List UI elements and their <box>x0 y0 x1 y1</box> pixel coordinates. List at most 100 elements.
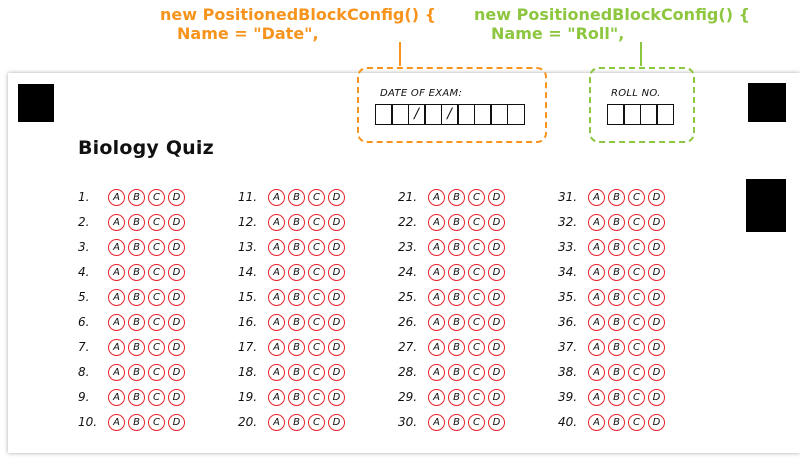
answer-bubble-a[interactable]: A <box>428 188 445 206</box>
answer-bubble-a[interactable]: A <box>108 313 125 331</box>
answer-bubble-d[interactable]: D <box>648 263 665 281</box>
answer-bubble-a[interactable]: A <box>428 363 445 381</box>
answer-bubble-a[interactable]: A <box>108 338 125 356</box>
answer-bubble-c[interactable]: C <box>468 263 485 281</box>
answer-bubble-b[interactable]: B <box>448 338 465 356</box>
answer-bubble-c[interactable]: C <box>628 388 645 406</box>
answer-bubble-d[interactable]: D <box>648 363 665 381</box>
answer-bubble-c[interactable]: C <box>308 388 325 406</box>
answer-bubble-c[interactable]: C <box>468 313 485 331</box>
date-digit-cell[interactable] <box>473 104 492 125</box>
answer-bubble-b[interactable]: B <box>608 388 625 406</box>
date-digit-cell[interactable]: / <box>440 104 459 125</box>
answer-bubble-c[interactable]: C <box>308 238 325 256</box>
answer-bubble-a[interactable]: A <box>588 263 605 281</box>
answer-bubble-d[interactable]: D <box>328 288 345 306</box>
answer-bubble-d[interactable]: D <box>168 338 185 356</box>
answer-bubble-a[interactable]: A <box>588 413 605 431</box>
answer-bubble-a[interactable]: A <box>108 213 125 231</box>
answer-bubble-c[interactable]: C <box>628 238 645 256</box>
answer-bubble-b[interactable]: B <box>288 413 305 431</box>
answer-bubble-d[interactable]: D <box>488 388 505 406</box>
answer-bubble-d[interactable]: D <box>648 388 665 406</box>
answer-bubble-b[interactable]: B <box>448 238 465 256</box>
answer-bubble-c[interactable]: C <box>628 263 645 281</box>
answer-bubble-b[interactable]: B <box>288 313 305 331</box>
answer-bubble-d[interactable]: D <box>648 288 665 306</box>
answer-bubble-c[interactable]: C <box>468 388 485 406</box>
answer-bubble-d[interactable]: D <box>168 213 185 231</box>
answer-bubble-c[interactable]: C <box>628 213 645 231</box>
answer-bubble-c[interactable]: C <box>148 288 165 306</box>
answer-bubble-b[interactable]: B <box>608 363 625 381</box>
answer-bubble-d[interactable]: D <box>168 263 185 281</box>
answer-bubble-a[interactable]: A <box>268 388 285 406</box>
answer-bubble-d[interactable]: D <box>648 188 665 206</box>
answer-bubble-d[interactable]: D <box>648 238 665 256</box>
answer-bubble-c[interactable]: C <box>308 188 325 206</box>
date-digit-cell[interactable] <box>457 104 475 125</box>
answer-bubble-d[interactable]: D <box>488 288 505 306</box>
answer-bubble-a[interactable]: A <box>268 338 285 356</box>
answer-bubble-c[interactable]: C <box>148 188 165 206</box>
answer-bubble-d[interactable]: D <box>168 363 185 381</box>
answer-bubble-d[interactable]: D <box>488 188 505 206</box>
answer-bubble-a[interactable]: A <box>268 313 285 331</box>
answer-bubble-d[interactable]: D <box>328 263 345 281</box>
answer-bubble-b[interactable]: B <box>128 313 145 331</box>
answer-bubble-b[interactable]: B <box>128 288 145 306</box>
answer-bubble-a[interactable]: A <box>268 413 285 431</box>
answer-bubble-d[interactable]: D <box>648 338 665 356</box>
date-digit-cell[interactable]: / <box>407 104 426 125</box>
answer-bubble-d[interactable]: D <box>328 388 345 406</box>
answer-bubble-a[interactable]: A <box>588 188 605 206</box>
date-digit-cell[interactable] <box>424 104 442 125</box>
answer-bubble-c[interactable]: C <box>148 313 165 331</box>
answer-bubble-c[interactable]: C <box>148 388 165 406</box>
answer-bubble-a[interactable]: A <box>428 213 445 231</box>
answer-bubble-b[interactable]: B <box>608 313 625 331</box>
answer-bubble-d[interactable]: D <box>648 413 665 431</box>
answer-bubble-a[interactable]: A <box>268 263 285 281</box>
answer-bubble-b[interactable]: B <box>448 213 465 231</box>
answer-bubble-d[interactable]: D <box>328 213 345 231</box>
answer-bubble-c[interactable]: C <box>308 413 325 431</box>
answer-bubble-c[interactable]: C <box>148 363 165 381</box>
answer-bubble-a[interactable]: A <box>268 188 285 206</box>
answer-bubble-d[interactable]: D <box>328 188 345 206</box>
answer-bubble-b[interactable]: B <box>128 213 145 231</box>
answer-bubble-c[interactable]: C <box>468 238 485 256</box>
answer-bubble-c[interactable]: C <box>628 313 645 331</box>
answer-bubble-b[interactable]: B <box>608 213 625 231</box>
answer-bubble-c[interactable]: C <box>468 213 485 231</box>
answer-bubble-c[interactable]: C <box>148 263 165 281</box>
roll-digit-cell[interactable] <box>606 104 625 125</box>
answer-bubble-a[interactable]: A <box>428 288 445 306</box>
answer-bubble-a[interactable]: A <box>428 338 445 356</box>
answer-bubble-a[interactable]: A <box>268 288 285 306</box>
answer-bubble-c[interactable]: C <box>468 363 485 381</box>
answer-bubble-d[interactable]: D <box>328 413 345 431</box>
answer-bubble-a[interactable]: A <box>588 363 605 381</box>
answer-bubble-a[interactable]: A <box>588 338 605 356</box>
answer-bubble-b[interactable]: B <box>288 388 305 406</box>
answer-bubble-c[interactable]: C <box>308 363 325 381</box>
answer-bubble-a[interactable]: A <box>268 363 285 381</box>
answer-bubble-c[interactable]: C <box>308 313 325 331</box>
answer-bubble-b[interactable]: B <box>448 363 465 381</box>
answer-bubble-b[interactable]: B <box>608 188 625 206</box>
answer-bubble-b[interactable]: B <box>608 288 625 306</box>
answer-bubble-b[interactable]: B <box>608 413 625 431</box>
answer-bubble-a[interactable]: A <box>588 238 605 256</box>
answer-bubble-c[interactable]: C <box>148 213 165 231</box>
answer-bubble-b[interactable]: B <box>448 263 465 281</box>
answer-bubble-a[interactable]: A <box>588 313 605 331</box>
answer-bubble-a[interactable]: A <box>428 263 445 281</box>
answer-bubble-d[interactable]: D <box>168 413 185 431</box>
answer-bubble-d[interactable]: D <box>168 288 185 306</box>
answer-bubble-b[interactable]: B <box>288 238 305 256</box>
answer-bubble-b[interactable]: B <box>288 263 305 281</box>
answer-bubble-d[interactable]: D <box>648 313 665 331</box>
answer-bubble-c[interactable]: C <box>628 338 645 356</box>
answer-bubble-d[interactable]: D <box>168 238 185 256</box>
